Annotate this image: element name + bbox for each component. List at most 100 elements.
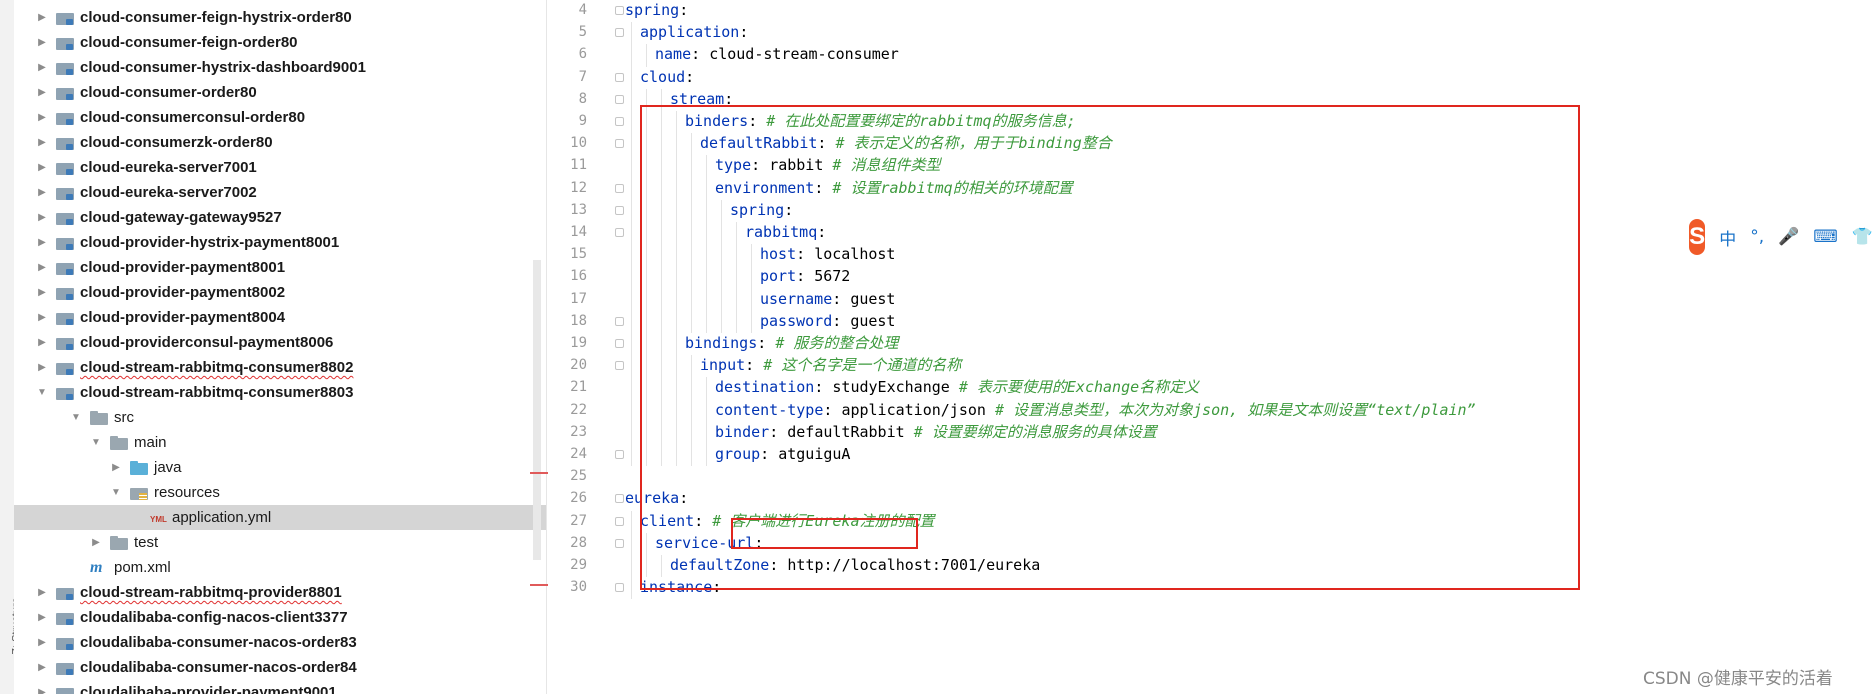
tree-item[interactable]: ▼ src xyxy=(14,405,546,430)
module-folder-icon xyxy=(56,236,74,250)
chevron-right-icon[interactable]: ▶ xyxy=(90,537,102,549)
skin-shirt-icon[interactable]: 👕 xyxy=(1852,227,1873,247)
tree-item[interactable]: ▼ cloud-stream-rabbitmq-consumer8803 xyxy=(14,380,546,405)
tree-item[interactable]: m pom.xml xyxy=(14,555,546,580)
tree-item[interactable]: ▶ cloudalibaba-consumer-nacos-order83 xyxy=(14,630,546,655)
keyboard-icon[interactable]: ⌨ xyxy=(1813,227,1838,247)
chevron-right-icon[interactable]: ▶ xyxy=(36,637,48,649)
fold-marker-icon[interactable] xyxy=(615,361,624,371)
chevron-right-icon[interactable]: ▶ xyxy=(110,462,122,474)
chevron-down-icon[interactable]: ▼ xyxy=(70,412,82,424)
tree-item[interactable]: ▶ cloud-consumer-order80 xyxy=(14,80,546,105)
fold-marker-icon[interactable] xyxy=(615,205,624,215)
project-tree-scrollbar[interactable] xyxy=(533,260,541,560)
tree-item[interactable]: ▶ cloud-stream-rabbitmq-provider8801 xyxy=(14,580,546,605)
tree-item-label: pom.xml xyxy=(114,559,171,576)
code-line[interactable]: application: xyxy=(640,22,748,42)
fold-marker-icon[interactable] xyxy=(615,228,624,237)
chevron-right-icon[interactable]: ▶ xyxy=(36,687,48,694)
fold-marker-icon[interactable] xyxy=(615,6,624,15)
fold-marker-icon[interactable] xyxy=(615,450,624,459)
chevron-right-icon[interactable]: ▶ xyxy=(36,612,48,624)
line-number: 23 xyxy=(570,423,587,440)
tree-item[interactable]: ▶ cloud-eureka-server7001 xyxy=(14,155,546,180)
chevron-down-icon[interactable]: ▼ xyxy=(90,437,102,449)
chevron-right-icon[interactable]: ▶ xyxy=(36,287,48,299)
tree-item[interactable]: ▶ cloud-provider-payment8004 xyxy=(14,305,546,330)
chevron-right-icon[interactable]: ▶ xyxy=(36,662,48,674)
code-line[interactable]: spring: xyxy=(625,0,688,20)
tree-item[interactable]: ▶ cloud-eureka-server7002 xyxy=(14,180,546,205)
tree-item[interactable]: ▶ cloud-gateway-gateway9527 xyxy=(14,205,546,230)
chevron-right-icon[interactable]: ▶ xyxy=(36,37,48,49)
chevron-down-icon[interactable]: ▼ xyxy=(36,387,48,399)
chevron-right-icon[interactable]: ▶ xyxy=(36,62,48,74)
fold-marker-icon[interactable] xyxy=(615,316,624,326)
module-folder-icon xyxy=(56,261,74,275)
chevron-right-icon[interactable]: ▶ xyxy=(36,237,48,249)
fold-marker-icon[interactable] xyxy=(615,139,624,149)
chevron-right-icon[interactable]: ▶ xyxy=(36,112,48,124)
tree-item-label: cloud-consumer-feign-hystrix-order80 xyxy=(80,9,352,26)
tree-item-label: cloud-consumerconsul-order80 xyxy=(80,109,306,126)
tree-item[interactable]: ▶ test xyxy=(14,530,546,555)
chevron-right-icon[interactable]: ▶ xyxy=(36,187,48,199)
tree-item[interactable]: ▼ resources xyxy=(14,480,546,505)
chevron-down-icon[interactable]: ▼ xyxy=(110,487,122,499)
fold-marker-icon[interactable] xyxy=(615,583,624,593)
fold-marker-icon[interactable] xyxy=(615,117,624,126)
tree-item[interactable]: application.yml xyxy=(14,505,546,530)
tree-item[interactable]: ▶ cloud-consumer-hystrix-dashboard9001 xyxy=(14,55,546,80)
tree-item-label: cloudalibaba-config-nacos-client3377 xyxy=(80,609,348,626)
indent-guide xyxy=(630,199,632,222)
tree-item[interactable]: ▼ main xyxy=(14,430,546,455)
tree-item[interactable]: ▶ cloud-consumer-feign-hystrix-order80 xyxy=(14,5,546,30)
tree-item[interactable]: ▶ cloud-providerconsul-payment8006 xyxy=(14,330,546,355)
code-line[interactable]: name: cloud-stream-consumer xyxy=(655,44,899,64)
chevron-right-icon[interactable]: ▶ xyxy=(36,12,48,24)
project-tree[interactable]: ▶ cloud-consumer-feign-hystrix-order80 ▶ cl… xyxy=(14,0,546,694)
indent-guide xyxy=(630,266,632,289)
tree-item[interactable]: ▶ cloud-provider-payment8001 xyxy=(14,255,546,280)
tree-item[interactable]: ▶ cloud-consumerconsul-order80 xyxy=(14,105,546,130)
chevron-right-icon[interactable]: ▶ xyxy=(36,162,48,174)
chevron-right-icon[interactable]: ▶ xyxy=(36,312,48,324)
fold-marker-icon[interactable] xyxy=(615,94,624,104)
tree-item[interactable]: ▶ java xyxy=(14,455,546,480)
tree-item[interactable]: ▶ cloud-provider-payment8002 xyxy=(14,280,546,305)
fold-marker-icon[interactable] xyxy=(615,516,624,526)
tree-item[interactable]: ▶ cloudalibaba-provider-payment9001 xyxy=(14,680,546,694)
fold-marker-icon[interactable] xyxy=(615,183,624,193)
fold-marker-icon[interactable] xyxy=(615,72,624,82)
ime-chinese-mode[interactable]: 中 xyxy=(1719,225,1736,250)
ime-punctuation-icon[interactable]: °, xyxy=(1750,227,1764,247)
tree-item[interactable]: ▶ cloud-stream-rabbitmq-consumer8802 xyxy=(14,355,546,380)
fold-marker-icon[interactable] xyxy=(615,494,624,504)
chevron-right-icon[interactable]: ▶ xyxy=(36,362,48,374)
chevron-right-icon[interactable]: ▶ xyxy=(36,587,48,599)
fold-marker-icon[interactable] xyxy=(615,28,624,38)
tree-item[interactable]: ▶ cloud-consumerzk-order80 xyxy=(14,130,546,155)
tree-item[interactable]: ▶ cloudalibaba-config-nacos-client3377 xyxy=(14,605,546,630)
chevron-right-icon[interactable]: ▶ xyxy=(36,87,48,99)
module-folder-icon xyxy=(56,686,74,694)
folder-icon xyxy=(110,535,128,550)
indent-guide xyxy=(630,355,632,378)
chevron-right-icon[interactable]: ▶ xyxy=(36,212,48,224)
fold-marker-icon[interactable] xyxy=(615,339,624,348)
tree-item[interactable]: ▶ cloud-provider-hystrix-payment8001 xyxy=(14,230,546,255)
microphone-icon[interactable]: 🎤 xyxy=(1778,227,1799,247)
chevron-right-icon[interactable]: ▶ xyxy=(36,337,48,349)
tree-item[interactable]: ▶ cloudalibaba-consumer-nacos-order84 xyxy=(14,655,546,680)
chevron-right-icon[interactable]: ▶ xyxy=(36,262,48,274)
fold-marker-icon[interactable] xyxy=(615,538,624,548)
tree-item[interactable]: ▶ cloud-consumer-feign-order80 xyxy=(14,30,546,55)
chevron-right-icon[interactable]: ▶ xyxy=(36,137,48,149)
sogou-logo-icon[interactable]: S xyxy=(1689,219,1706,255)
indent-guide xyxy=(630,88,632,111)
ime-toolbar[interactable]: S 中 °, 🎤 ⌨ 👕 xyxy=(1689,219,1873,255)
code-line[interactable]: cloud: xyxy=(640,67,694,87)
structure-tool-strip[interactable]: Z: Structure xyxy=(0,0,23,694)
